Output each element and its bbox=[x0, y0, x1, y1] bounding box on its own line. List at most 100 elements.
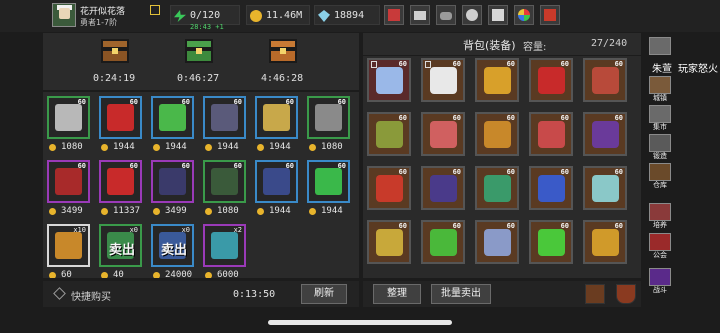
shop-item-slot[interactable]: 60 bbox=[203, 96, 246, 139]
player-avatar[interactable] bbox=[52, 3, 76, 27]
skill-book-icon bbox=[55, 232, 82, 259]
anvil-icon bbox=[649, 134, 671, 152]
inventory-slot[interactable]: 60 bbox=[529, 58, 573, 102]
inventory-slot[interactable]: 60 bbox=[475, 166, 519, 210]
staff-icon bbox=[263, 104, 290, 131]
inventory-slot[interactable]: 60 bbox=[421, 220, 465, 264]
inventory-slot[interactable]: 60 bbox=[475, 58, 519, 102]
settings-button[interactable] bbox=[462, 5, 482, 25]
diamond-outline-icon[interactable] bbox=[53, 287, 66, 300]
item-level: 60 bbox=[614, 60, 623, 68]
inventory-slot[interactable]: 60 bbox=[529, 220, 573, 264]
inventory-slot[interactable]: 60 bbox=[475, 112, 519, 156]
shop-item-slot[interactable]: 60 bbox=[47, 160, 90, 203]
gold-boots-icon bbox=[484, 121, 511, 148]
inventory-slot[interactable]: 60 bbox=[529, 112, 573, 156]
shop-item-slot[interactable]: x10 bbox=[47, 224, 90, 267]
shop-item-slot[interactable]: 60 bbox=[99, 96, 142, 139]
inventory-slot[interactable]: 60 bbox=[583, 220, 627, 264]
bag-icon[interactable] bbox=[585, 284, 605, 304]
item-count: x10 bbox=[73, 226, 86, 234]
gamepad-button[interactable] bbox=[436, 5, 456, 25]
gold-coin-icon bbox=[101, 272, 108, 278]
shop-item-slot[interactable]: 60 bbox=[255, 96, 298, 139]
inventory-slot[interactable]: 60 bbox=[421, 166, 465, 210]
inventory-slot[interactable]: 60 bbox=[475, 220, 519, 264]
refresh-button[interactable]: 刷新 bbox=[301, 284, 347, 304]
item-level: 60 bbox=[614, 222, 623, 230]
shop-item-slot[interactable]: 60 bbox=[307, 160, 350, 203]
inventory-slot[interactable]: 60 bbox=[367, 58, 411, 102]
item-level: 60 bbox=[560, 114, 569, 122]
boots-icon bbox=[263, 168, 290, 195]
gold-coin-icon bbox=[309, 208, 316, 215]
inventory-slot[interactable]: 60 bbox=[367, 112, 411, 156]
item-level: 60 bbox=[506, 60, 515, 68]
shop-item-slot[interactable]: 60 bbox=[151, 160, 194, 203]
inventory-slot[interactable]: 60 bbox=[583, 166, 627, 210]
quick-buy-label[interactable]: 快捷购买 bbox=[71, 288, 111, 303]
item-count: x0 bbox=[181, 226, 190, 234]
shop-item-slot[interactable]: x0 卖出 bbox=[151, 224, 194, 267]
item-price: 1944 bbox=[217, 142, 239, 152]
inventory-slot[interactable]: 60 bbox=[529, 166, 573, 210]
mail-button[interactable] bbox=[410, 5, 430, 25]
chest-2[interactable] bbox=[183, 37, 215, 65]
gold-display[interactable]: 11.46M bbox=[246, 5, 310, 25]
flag-button[interactable] bbox=[540, 5, 560, 25]
inventory-slot[interactable]: 60 bbox=[367, 166, 411, 210]
home-indicator[interactable] bbox=[268, 320, 452, 325]
shop-item-slot[interactable]: 60 bbox=[151, 96, 194, 139]
side-nav-market[interactable]: 集市 bbox=[645, 105, 675, 133]
potion-icon[interactable] bbox=[616, 284, 636, 304]
bulk-sell-button[interactable]: 批量卖出 bbox=[431, 284, 491, 304]
inventory-slot[interactable]: 60 bbox=[583, 112, 627, 156]
gem-value: 18894 bbox=[334, 10, 365, 21]
inventory-slot[interactable]: 60 bbox=[421, 112, 465, 156]
item-price: 40 bbox=[113, 270, 124, 278]
side-nav-warehouse[interactable]: 仓库 bbox=[645, 163, 675, 191]
chest-1[interactable] bbox=[99, 37, 131, 65]
shop-item-slot[interactable]: 60 bbox=[203, 160, 246, 203]
shop-button[interactable] bbox=[384, 5, 404, 25]
gold-coin-icon bbox=[309, 144, 316, 151]
item-price: 6000 bbox=[217, 270, 239, 278]
side-nav-label: 战斗 bbox=[653, 286, 667, 294]
item-level: 60 bbox=[452, 60, 461, 68]
gem-display[interactable]: 18894 bbox=[314, 5, 380, 25]
shop-item-slot[interactable]: x0 卖出 bbox=[99, 224, 142, 267]
stamina-display[interactable]: 0/120 bbox=[170, 5, 240, 25]
gold-coin-icon bbox=[153, 272, 160, 278]
inventory-slot[interactable]: 60 bbox=[367, 220, 411, 264]
side-nav-train[interactable]: 培养 bbox=[645, 203, 675, 231]
side-nav-anvil[interactable]: 锻造 bbox=[645, 134, 675, 162]
inventory-slot[interactable]: 60 bbox=[583, 58, 627, 102]
item-price: 1944 bbox=[269, 142, 291, 152]
green-gloves-icon bbox=[376, 121, 403, 148]
gold-value: 11.46M bbox=[266, 10, 303, 21]
item-price: 1944 bbox=[165, 142, 187, 152]
side-nav-label: 培养 bbox=[653, 221, 667, 229]
item-price: 3499 bbox=[61, 206, 83, 216]
chest-3[interactable] bbox=[267, 37, 299, 65]
shop-item-slot[interactable]: 60 bbox=[47, 96, 90, 139]
item-price: 1944 bbox=[113, 142, 135, 152]
chest-3-timer: 4:46:28 bbox=[261, 73, 304, 84]
gold-coin-icon bbox=[49, 144, 56, 151]
side-nav-town[interactable]: 城镇 bbox=[645, 76, 675, 104]
side-nav-battle[interactable]: 战斗 bbox=[645, 268, 675, 296]
wheel-button[interactable] bbox=[514, 5, 534, 25]
inventory-slot[interactable]: 60 bbox=[421, 58, 465, 102]
edit-icon[interactable] bbox=[150, 5, 160, 15]
capacity-label: 容量: bbox=[523, 42, 547, 53]
shop-item-slot[interactable]: 60 bbox=[99, 160, 142, 203]
side-nav-guild[interactable]: 公会 bbox=[645, 233, 675, 261]
padlock-icon bbox=[371, 61, 377, 68]
item-level: 60 bbox=[560, 60, 569, 68]
gift-button[interactable] bbox=[488, 5, 508, 25]
shop-item-slot[interactable]: x2 bbox=[203, 224, 246, 267]
shop-item-slot[interactable]: 60 bbox=[255, 160, 298, 203]
inventory-title: 背包(装备) bbox=[463, 39, 516, 52]
organize-button[interactable]: 整理 bbox=[373, 284, 421, 304]
shop-item-slot[interactable]: 60 bbox=[307, 96, 350, 139]
